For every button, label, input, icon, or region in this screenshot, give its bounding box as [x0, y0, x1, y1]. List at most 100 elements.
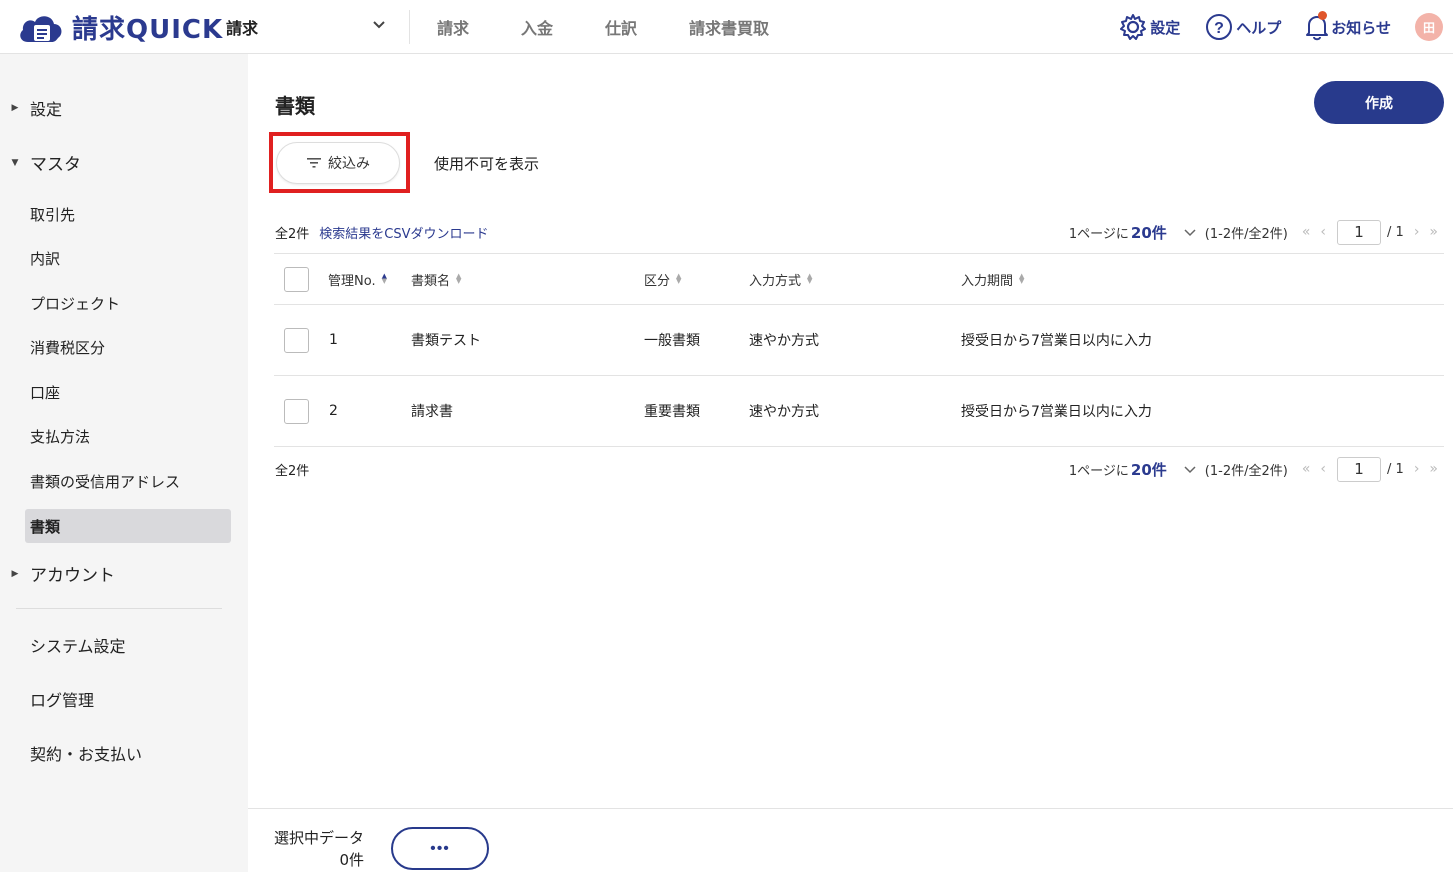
cell-period: 授受日から7営業日以内に入力	[961, 404, 1152, 420]
row-checkbox-cell	[284, 305, 309, 375]
cell-name[interactable]: 書類テスト	[411, 305, 481, 375]
header-category[interactable]: 区分 ▲ ▼	[644, 254, 681, 304]
csv-download-link[interactable]: 検索結果をCSVダウンロード	[319, 223, 488, 242]
next-page-icon[interactable]: ›	[1414, 461, 1420, 477]
sort-icon: ▲ ▼	[456, 272, 462, 285]
total-count: 全2件	[275, 226, 310, 242]
top-right-menu: 設定 ? ヘルプ お知らせ 田	[1118, 0, 1453, 54]
sidebar-item-system-settings[interactable]: システム設定	[30, 633, 126, 657]
sidebar-group-accounts[interactable]: ▶ アカウント	[0, 561, 115, 586]
top-nav: 請求 入金 仕訳 請求書買取	[437, 0, 821, 54]
page-number-input[interactable]: 1	[1337, 219, 1382, 245]
sidebar-group-master[interactable]: ▼ マスタ	[0, 150, 81, 175]
header-method-label: 入力方式	[749, 273, 802, 289]
page-range: (1-2件/全2件)	[1204, 226, 1288, 242]
sort-icon: ▲ ▼	[807, 272, 813, 285]
sidebar-item-clients[interactable]: 取引先	[30, 204, 75, 225]
prev-page-icon[interactable]: ‹	[1320, 461, 1326, 477]
select-all-cell	[284, 254, 309, 304]
sidebar-group-settings-label: 設定	[30, 100, 63, 119]
next-page-icon[interactable]: ›	[1414, 224, 1420, 240]
sidebar-item-documents[interactable]: 書類	[30, 516, 60, 537]
cell-category: 一般書類	[644, 333, 700, 349]
first-page-icon[interactable]: «	[1302, 224, 1311, 240]
per-page-prefix: 1ページに	[1068, 226, 1129, 242]
chevron-down-icon[interactable]	[1183, 462, 1197, 476]
row-checkbox[interactable]	[284, 398, 309, 424]
prev-page-icon[interactable]: ‹	[1320, 224, 1326, 240]
select-all-checkbox[interactable]	[284, 266, 309, 292]
page-title: 書類	[275, 94, 315, 118]
avatar[interactable]: 田	[1415, 13, 1443, 41]
cell-name[interactable]: 請求書	[411, 376, 453, 446]
sidebar-item-account[interactable]: 口座	[30, 382, 60, 403]
settings-link[interactable]: 設定	[1118, 12, 1180, 42]
nav-journal[interactable]: 仕訳	[605, 15, 637, 39]
table-row[interactable]: 2 請求書 重要書類 速やか方式 授受日から7営業日以内に入力	[274, 376, 1444, 447]
top-bar: 請求QUICK 請求 請求 入金 仕訳 請求書買取 設定 ? ヘルプ お知らせ …	[0, 0, 1453, 54]
cell-no: 1	[329, 332, 338, 348]
settings-label: 設定	[1150, 18, 1181, 37]
header-no[interactable]: 管理No. ▲ ▼	[328, 254, 387, 304]
selected-data-label: 選択中データ	[274, 829, 365, 847]
row-checkbox-cell	[284, 376, 309, 446]
cell-method: 速やか方式	[749, 404, 819, 420]
sidebar-item-project[interactable]: プロジェクト	[30, 293, 120, 314]
selected-data-info: 選択中データ 0件	[274, 827, 364, 871]
pagination-top: 1ページに 20件 (1-2件/全2件) « ‹ 1 / 1 › »	[1069, 219, 1443, 245]
last-page-icon[interactable]: »	[1429, 461, 1438, 477]
table-header: 管理No. ▲ ▼ 書類名 ▲ ▼ 区分 ▲ ▼ 入力方式 ▲ ▼ 入力期間 ▲ ▼	[274, 253, 1444, 305]
sidebar-item-receive-address[interactable]: 書類の受信用アドレス	[30, 471, 180, 492]
help-label: ヘルプ	[1236, 18, 1282, 37]
selected-data-count: 0件	[339, 851, 365, 869]
per-page-select[interactable]: 20件	[1131, 222, 1167, 243]
row-checkbox[interactable]	[284, 327, 309, 353]
cloud-document-icon	[20, 16, 62, 42]
page-number-input[interactable]: 1	[1337, 456, 1382, 482]
sort-icon: ▲ ▼	[381, 272, 387, 285]
sidebar-item-tax[interactable]: 消費税区分	[30, 337, 105, 358]
notices-link[interactable]: お知らせ	[1305, 11, 1391, 41]
header-period-label: 入力期間	[961, 273, 1014, 289]
more-actions-button[interactable]: •••	[391, 827, 489, 870]
header-method[interactable]: 入力方式 ▲ ▼	[749, 254, 812, 304]
page-range: (1-2件/全2件)	[1204, 463, 1288, 479]
chevron-down-icon[interactable]	[1183, 225, 1197, 239]
cell-category: 重要書類	[644, 404, 700, 420]
nav-invoice[interactable]: 請求	[437, 15, 469, 39]
filter-button[interactable]: 絞込み	[276, 142, 400, 184]
gear-icon	[1120, 14, 1147, 40]
sidebar-item-breakdown[interactable]: 内訳	[30, 248, 60, 269]
app-logo[interactable]: 請求QUICK	[16, 8, 223, 46]
sidebar-item-payment-method[interactable]: 支払方法	[30, 426, 90, 447]
product-select[interactable]: 請求	[226, 10, 410, 44]
sidebar-item-log-management[interactable]: ログ管理	[30, 687, 94, 711]
cell-period: 授受日から7営業日以内に入力	[961, 333, 1152, 349]
result-count-top: 全2件 検索結果をCSVダウンロード	[275, 222, 489, 242]
nav-payment[interactable]: 入金	[521, 15, 553, 39]
selection-footer: 選択中データ 0件 •••	[248, 808, 1453, 872]
sidebar-group-settings[interactable]: ▶ 設定	[0, 96, 62, 120]
pagination-bottom: 1ページに 20件 (1-2件/全2件) « ‹ 1 / 1 › »	[1069, 456, 1443, 482]
create-button[interactable]: 作成	[1314, 81, 1444, 124]
help-link[interactable]: ? ヘルプ	[1204, 12, 1281, 42]
sidebar-group-accounts-label: アカウント	[30, 566, 115, 586]
nav-factoring[interactable]: 請求書買取	[689, 15, 769, 39]
first-page-icon[interactable]: «	[1302, 461, 1311, 477]
per-page-select[interactable]: 20件	[1131, 459, 1167, 480]
sidebar: ▶ 設定 ▼ マスタ 取引先 内訳 プロジェクト 消費税区分 口座 支払方法 書…	[0, 54, 248, 872]
show-unusable-toggle[interactable]: 使用不可を表示	[434, 153, 539, 174]
table-row[interactable]: 1 書類テスト 一般書類 速やか方式 授受日から7営業日以内に入力	[274, 305, 1444, 376]
header-period[interactable]: 入力期間 ▲ ▼	[961, 254, 1024, 304]
caret-right-icon: ▶	[11, 568, 19, 579]
per-page-prefix: 1ページに	[1068, 463, 1129, 479]
logo-text: 請求QUICK	[72, 14, 224, 45]
svg-text:?: ?	[1214, 20, 1224, 37]
filter-icon	[307, 158, 321, 168]
result-count-bottom: 全2件	[275, 459, 309, 479]
last-page-icon[interactable]: »	[1429, 224, 1438, 240]
header-category-label: 区分	[644, 273, 671, 289]
header-name[interactable]: 書類名 ▲ ▼	[411, 254, 461, 304]
sidebar-item-contract[interactable]: 契約・お支払い	[30, 741, 142, 765]
page-total: / 1	[1387, 461, 1404, 477]
